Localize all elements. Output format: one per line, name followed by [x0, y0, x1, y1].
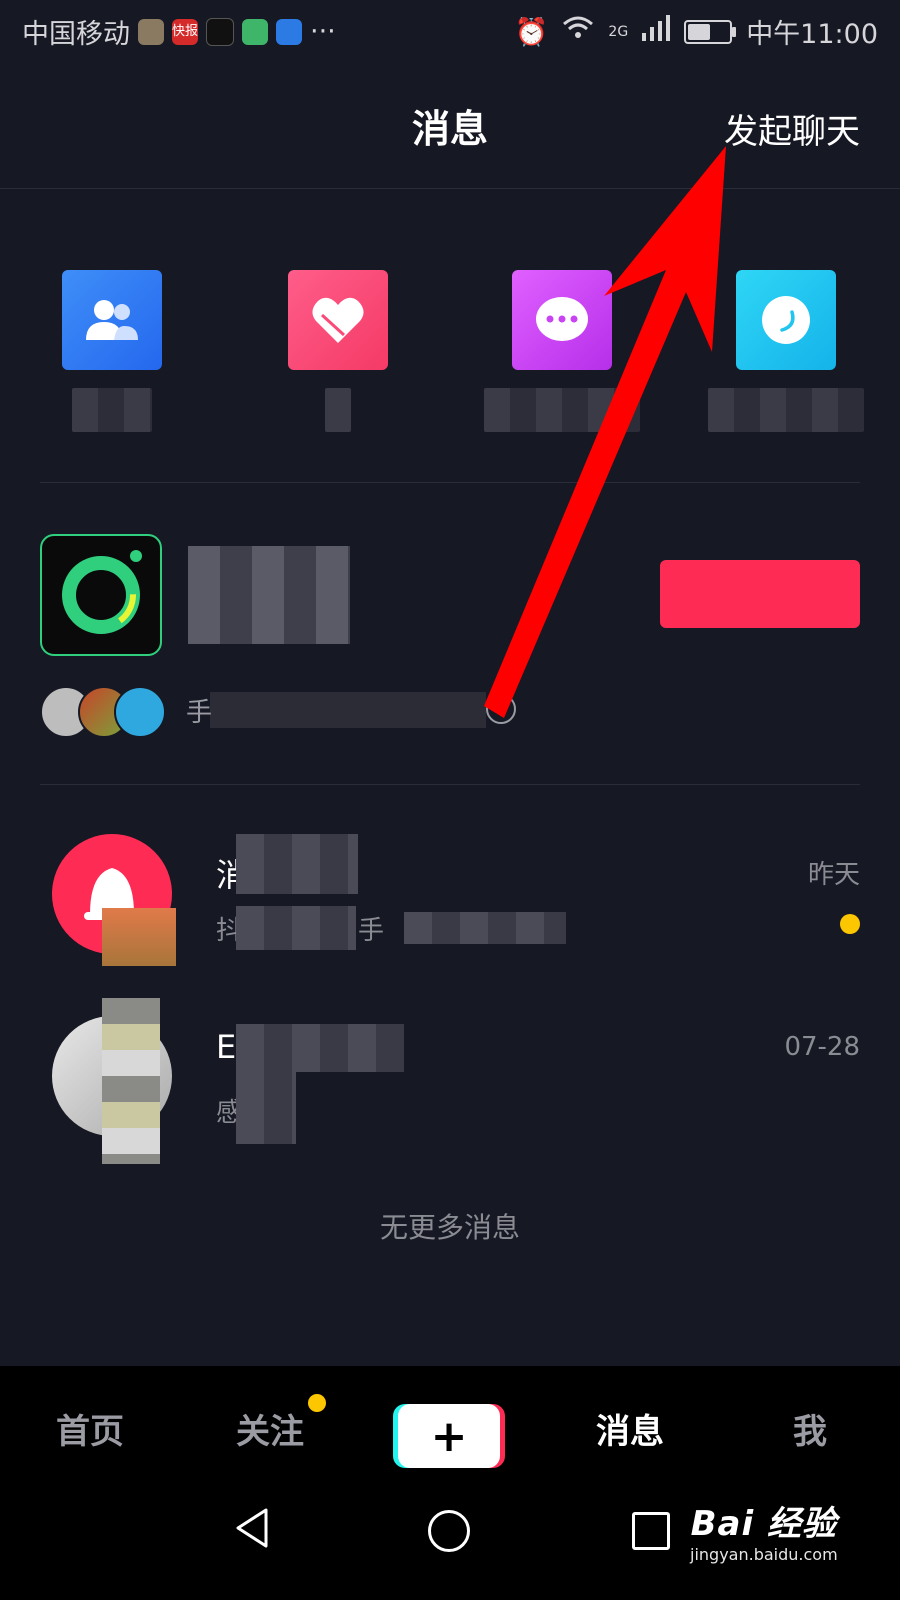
- section-divider: [40, 784, 860, 785]
- conversation-row[interactable]: E 感 07-28: [0, 998, 900, 1164]
- back-icon[interactable]: [232, 1506, 272, 1554]
- more-notifications-icon: ···: [310, 16, 336, 47]
- live-card-subtitle: 手: [186, 692, 486, 728]
- baidu-watermark: Bai 经验 jingyan.baidu.com: [690, 1496, 838, 1564]
- pixelated-preview: [236, 906, 356, 950]
- status-bar: 中国移动 快报 ··· ⏰ 2G 中午11:00: [0, 0, 900, 62]
- unread-dot: [840, 914, 860, 934]
- heart-icon: [288, 270, 388, 370]
- status-left: 中国移动 快报 ···: [22, 12, 336, 51]
- status-right: ⏰ 2G 中午11:00: [515, 12, 878, 51]
- conversation-time: 昨天: [807, 860, 860, 890]
- watermark-url: jingyan.baidu.com: [690, 1545, 838, 1564]
- pixelated-name: [236, 1024, 404, 1072]
- battery-icon: [684, 19, 737, 44]
- bottom-tab-bar: 首页 关注 + 消息 我: [0, 1366, 900, 1474]
- pixelated-preview: [404, 912, 566, 944]
- no-more-messages: 无更多消息: [379, 1211, 520, 1244]
- pixelated-avatar: [102, 998, 160, 1164]
- live-app-icon[interactable]: [40, 534, 162, 656]
- pixelated-preview: [236, 1072, 296, 1144]
- shortcut-likes[interactable]: [258, 270, 418, 432]
- fans-icon: [62, 270, 162, 370]
- shortcut-label: [325, 388, 351, 432]
- start-chat-button[interactable]: 发起聊天: [724, 104, 860, 153]
- red-arrow-shape: [484, 146, 726, 718]
- wifi-icon: [562, 16, 594, 47]
- conversation-preview-end: 手: [358, 916, 385, 946]
- tab-messages[interactable]: 消息: [570, 1404, 690, 1453]
- live-card-button[interactable]: [660, 560, 860, 628]
- create-plus-button[interactable]: +: [398, 1404, 500, 1468]
- carrier-label: 中国移动: [22, 19, 130, 50]
- tab-me[interactable]: 我: [750, 1404, 870, 1453]
- tab-home[interactable]: 首页: [30, 1404, 150, 1453]
- browser-app-icon: [276, 18, 302, 45]
- conversation-name: E: [216, 1028, 237, 1066]
- shortcut-mentions[interactable]: [706, 270, 866, 432]
- system-navigation-bar: Bai 经验 jingyan.baidu.com: [0, 1474, 900, 1600]
- pixelated-name: [236, 834, 358, 894]
- shortcut-label: [72, 388, 152, 432]
- conversation-time: 07-28: [784, 1032, 860, 1062]
- info-icon[interactable]: !: [486, 694, 516, 724]
- annotation-arrow: [484, 146, 726, 718]
- home-icon[interactable]: [428, 1510, 470, 1552]
- at-icon: [736, 270, 836, 370]
- shortcut-fans[interactable]: [32, 270, 192, 432]
- alarm-icon: ⏰: [514, 16, 549, 48]
- pixelated-badge: [102, 908, 176, 966]
- section-divider: [40, 482, 860, 483]
- signal-icon: [642, 15, 671, 48]
- shield-app-icon: [138, 18, 164, 45]
- watermark-brand: Bai 经验: [690, 1504, 837, 1544]
- shortcut-label: [484, 388, 640, 432]
- clock-label: 中午11:00: [746, 19, 878, 50]
- following-dot: [308, 1394, 326, 1412]
- kuaibao-app-icon: 快报: [172, 18, 198, 45]
- conversation-row[interactable]: 消 抖 手 昨天: [0, 834, 900, 966]
- shortcut-comments[interactable]: [482, 270, 642, 432]
- live-card-title: [188, 546, 350, 644]
- tiktok-app-icon: [206, 17, 234, 46]
- avatar: [114, 686, 166, 738]
- avatar-stack: [40, 686, 166, 738]
- tab-following[interactable]: 关注: [210, 1404, 330, 1453]
- header-divider: [0, 188, 900, 189]
- network-type-label: 2G: [608, 23, 629, 40]
- video-app-icon: [242, 18, 268, 45]
- chat-bubble-icon: [512, 270, 612, 370]
- shortcut-label: [708, 388, 864, 432]
- recent-apps-icon[interactable]: [632, 1512, 670, 1550]
